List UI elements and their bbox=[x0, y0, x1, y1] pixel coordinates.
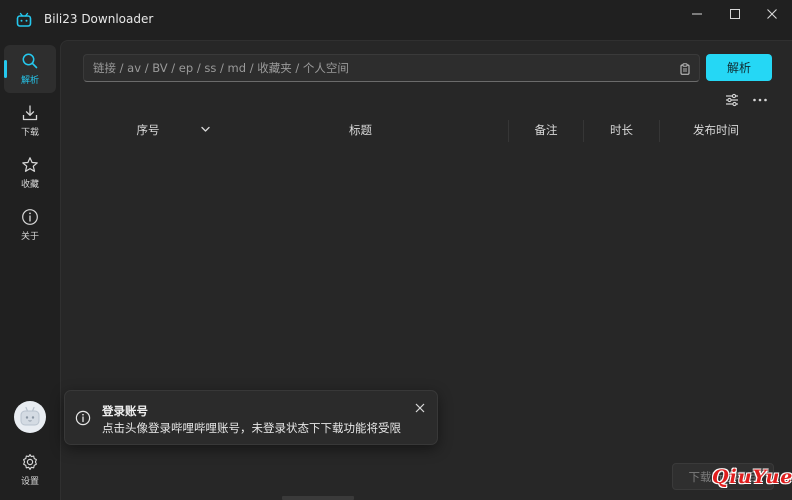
sidebar-item-label: 下载 bbox=[20, 128, 39, 138]
minimize-icon bbox=[692, 13, 702, 15]
active-indicator bbox=[4, 60, 7, 78]
column-header-label: 序号 bbox=[136, 123, 160, 137]
minimize-button[interactable] bbox=[678, 0, 716, 28]
download-icon bbox=[22, 105, 38, 121]
default-avatar-icon bbox=[20, 406, 40, 426]
maximize-icon bbox=[730, 9, 740, 19]
url-input[interactable] bbox=[83, 54, 700, 82]
maximize-button[interactable] bbox=[716, 0, 754, 28]
clipboard-icon[interactable] bbox=[679, 63, 691, 75]
toast-title: 登录账号 bbox=[102, 404, 148, 418]
sidebar-item-label: 关于 bbox=[20, 232, 39, 242]
parse-button[interactable]: 解析 bbox=[706, 54, 772, 81]
background-window-edge bbox=[282, 496, 354, 500]
column-header-label: 标题 bbox=[349, 123, 372, 137]
toast-message: 点击头像登录哔哩哔哩账号，未登录状态下下载功能将受限 bbox=[102, 421, 401, 435]
column-header-note[interactable]: 备注 bbox=[509, 116, 583, 144]
sidebar-item-label: 解析 bbox=[20, 76, 39, 86]
column-header-index[interactable]: 序号 bbox=[83, 116, 213, 144]
filter-settings-icon[interactable] bbox=[724, 92, 740, 108]
close-window-button[interactable] bbox=[753, 0, 791, 28]
window-title: Bili23 Downloader bbox=[44, 12, 154, 26]
search-icon bbox=[22, 53, 38, 69]
sidebar-item-parse[interactable]: 解析 bbox=[4, 45, 56, 93]
column-header-title[interactable]: 标题 bbox=[213, 116, 508, 144]
sidebar-item-settings[interactable]: 设置 bbox=[4, 446, 56, 494]
star-icon bbox=[22, 157, 38, 172]
info-icon bbox=[22, 209, 38, 225]
chevron-down-icon[interactable] bbox=[201, 126, 210, 133]
watermark: QiuYue bbox=[712, 466, 792, 488]
column-header-label: 发布时间 bbox=[693, 123, 739, 137]
bilibili-tv-icon bbox=[16, 12, 32, 27]
column-header-publish-time[interactable]: 发布时间 bbox=[660, 116, 772, 144]
info-icon bbox=[75, 410, 91, 426]
sidebar-item-label: 设置 bbox=[20, 477, 39, 487]
avatar[interactable] bbox=[14, 401, 46, 433]
sidebar-item-label: 收藏 bbox=[20, 180, 39, 190]
close-icon[interactable] bbox=[415, 403, 425, 413]
app-window: Bili23 Downloader 解析 下载 收藏 关于 设置 链接 / av… bbox=[0, 0, 792, 500]
column-header-label: 时长 bbox=[610, 123, 633, 137]
title-bar[interactable]: Bili23 Downloader bbox=[0, 0, 792, 40]
login-toast: 登录账号 点击头像登录哔哩哔哩账号，未登录状态下下载功能将受限 bbox=[64, 390, 438, 445]
more-options-icon[interactable] bbox=[752, 92, 768, 108]
sidebar-item-download[interactable]: 下载 bbox=[4, 97, 56, 145]
column-header-duration[interactable]: 时长 bbox=[584, 116, 659, 144]
column-header-label: 备注 bbox=[534, 123, 558, 137]
table-header: 序号 标题 备注 时长 发布时间 bbox=[83, 116, 772, 144]
close-icon bbox=[767, 9, 777, 19]
sidebar-item-about[interactable]: 关于 bbox=[4, 201, 56, 249]
gear-icon bbox=[23, 454, 37, 470]
sidebar-item-favorites[interactable]: 收藏 bbox=[4, 149, 56, 197]
